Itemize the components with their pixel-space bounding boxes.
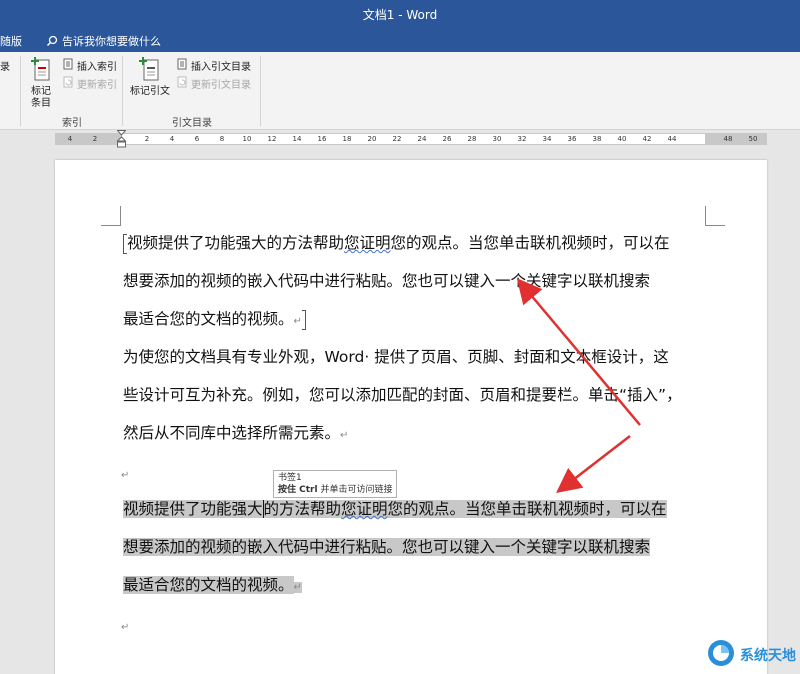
tooltip-hint-key: 按住 Ctrl (278, 485, 318, 495)
watermark: 系统天地 (706, 638, 796, 672)
ruler-tick: 34 (542, 135, 552, 143)
ruler-tick: 38 (592, 135, 602, 143)
paragraph-mark: ↵ (121, 622, 130, 633)
p3-l1-d: 您的观点。当您单击联机视频时，可以在 (387, 500, 667, 518)
paragraph-mark: ↵ (293, 582, 302, 593)
paragraph-2-line-2[interactable]: 些设计可互为补充。例如，您可以添加匹配的封面、页眉和提要栏。单击“插入”， (123, 384, 682, 406)
insert-toa-label: 插入引文目录 (191, 62, 251, 73)
ruler-tick: 50 (748, 135, 758, 143)
watermark-logo-icon (706, 638, 736, 672)
update-toa-button[interactable]: 更新引文目录 (176, 76, 251, 91)
ruler-tick: 44 (667, 135, 677, 143)
ruler-tick: 28 (467, 135, 477, 143)
ruler-tick: 2 (92, 135, 98, 143)
p3-l1-b: 的方法帮助 (262, 500, 342, 518)
toa-group-label: 引文目录 (172, 118, 212, 129)
paragraph-3-line-3[interactable]: 最适合您的文档的视频。↵ (123, 574, 302, 596)
tell-me-bar: 随版 告诉我你想要做什么 (0, 28, 800, 52)
ruler-tick: 8 (219, 135, 225, 143)
mark-citation-icon (138, 57, 162, 85)
ruler-tick: 16 (317, 135, 327, 143)
paragraph-3-line-1[interactable]: 视频提供了功能强大的方法帮助您证明您的观点。当您单击联机视频时，可以在 (123, 498, 667, 520)
watermark-text: 系统天地 (740, 648, 796, 664)
insert-index-icon (62, 58, 74, 73)
paragraph-1-line-1[interactable]: 视频提供了功能强大的方法帮助您证明您的观点。当您单击联机视频时，可以在 (123, 232, 670, 254)
p3-l1-a: 视频提供了功能强大 (123, 500, 263, 518)
window-title: 文档1 - Word (362, 8, 438, 22)
paragraph-2-line-3[interactable]: 然后从不同库中选择所需元素。↵ (123, 422, 348, 444)
paragraph-1-line-2[interactable]: 想要添加的视频的嵌入代码中进行粘贴。您也可以键入一个关键字以联机搜索 (123, 270, 650, 292)
paragraph-3-line-2[interactable]: 想要添加的视频的嵌入代码中进行粘贴。您也可以键入一个关键字以联机搜索 (123, 536, 651, 558)
p2-l3-text: 然后从不同库中选择所需元素。 (123, 424, 341, 442)
search-icon (46, 35, 58, 47)
mark-citation-button[interactable]: 标记引文 (128, 56, 172, 98)
mark-entry-label-1: 标记 (31, 86, 51, 97)
p1-l1-squiggle: 您证明 (344, 234, 391, 252)
ruler-track (55, 133, 767, 145)
update-index-label: 更新索引 (77, 80, 117, 91)
mark-citation-label: 标记引文 (130, 86, 170, 97)
tell-me-search[interactable]: 告诉我你想要做什么 (46, 33, 161, 49)
empty-paragraph-mark-2[interactable]: ↵ (121, 614, 129, 636)
horizontal-ruler[interactable]: 4 2 2 4 6 8 10 12 14 16 18 20 22 24 26 28 30 32 34 36 38 40 42… (0, 130, 800, 154)
bookmark-tooltip: 书签1 按住 Ctrl 并单击可访问链接 (273, 470, 398, 498)
tooltip-hint: 按住 Ctrl 并单击可访问链接 (278, 484, 392, 496)
mark-entry-icon (30, 57, 52, 85)
paragraph-1-line-3[interactable]: 最适合您的文档的视频。↵ (123, 308, 306, 330)
crop-mark-top-right (705, 206, 725, 226)
ruler-tick: 42 (642, 135, 652, 143)
paragraph-mark: ↵ (121, 470, 130, 481)
p1-l1-pre: 视频提供了功能强大的方法帮助 (127, 234, 345, 252)
insert-toa-button[interactable]: 插入引文目录 (176, 58, 251, 73)
bookmark-close-bracket (301, 309, 306, 330)
ribbon: 录 标记 条目 插入索引 更新索引 索引 标记引文 插入引文目录 更新引文目录 … (0, 52, 800, 130)
ruler-tick: 18 (342, 135, 352, 143)
ruler-tick: 24 (417, 135, 427, 143)
p1-l3-text: 最适合您的文档的视频。 (123, 310, 294, 328)
mark-entry-button[interactable]: 标记 条目 (28, 56, 54, 110)
ruler-tick: 10 (242, 135, 252, 143)
insert-index-button[interactable]: 插入索引 (62, 58, 117, 73)
ribbon-cut-label[interactable]: 录 (0, 58, 10, 73)
paragraph-2-line-1[interactable]: 为使您的文档具有专业外观，Word· 提供了页眉、页脚、封面和文本框设计，这 (123, 346, 669, 368)
ruler-tick: 32 (517, 135, 527, 143)
ruler-tick: 48 (723, 135, 733, 143)
ruler-tick: 22 (392, 135, 402, 143)
tooltip-hint-rest: 并单击可访问链接 (317, 485, 393, 495)
ruler-tick: 12 (267, 135, 277, 143)
tooltip-title: 书签1 (278, 473, 302, 483)
insert-index-label: 插入索引 (77, 62, 117, 73)
ruler-tick: 4 (67, 135, 73, 143)
ruler-tick: 20 (367, 135, 377, 143)
p1-l1-post: 您的观点。当您单击联机视频时，可以在 (390, 234, 670, 252)
update-toa-label: 更新引文目录 (191, 80, 251, 91)
ruler-tick: 4 (169, 135, 175, 143)
document-page[interactable]: 视频提供了功能强大的方法帮助您证明您的观点。当您单击联机视频时，可以在 想要添加… (55, 160, 767, 674)
tell-me-label: 告诉我你想要做什么 (62, 35, 161, 48)
insert-toa-icon (176, 58, 188, 73)
p3-l1-c: 您证明 (341, 500, 388, 518)
document-canvas: 视频提供了功能强大的方法帮助您证明您的观点。当您单击联机视频时，可以在 想要添加… (0, 148, 800, 674)
ruler-tick: 14 (292, 135, 302, 143)
index-group-label: 索引 (62, 118, 82, 129)
update-toa-icon (176, 76, 188, 91)
empty-paragraph-mark[interactable]: ↵ (121, 462, 129, 484)
ruler-tick: 36 (567, 135, 577, 143)
mark-entry-label-2: 条目 (31, 98, 51, 109)
update-index-button[interactable]: 更新索引 (62, 76, 117, 91)
paragraph-mark: ↵ (340, 430, 349, 441)
p3-l3-text: 最适合您的文档的视频。 (123, 576, 294, 594)
ruler-tick: 2 (144, 135, 150, 143)
paragraph-mark: ↵ (293, 316, 302, 327)
ruler-tick: 6 (194, 135, 200, 143)
p3-l2-text: 想要添加的视频的嵌入代码中进行粘贴。您也可以键入一个关键字以联机搜索 (123, 538, 651, 556)
title-bar: 文档1 - Word (0, 0, 800, 28)
ribbon-tab-partial[interactable]: 随版 (0, 33, 22, 49)
ruler-tick: 30 (492, 135, 502, 143)
ruler-tick: 26 (442, 135, 452, 143)
crop-mark-top-left (101, 206, 121, 226)
update-index-icon (62, 76, 74, 91)
ruler-tick: 40 (617, 135, 627, 143)
